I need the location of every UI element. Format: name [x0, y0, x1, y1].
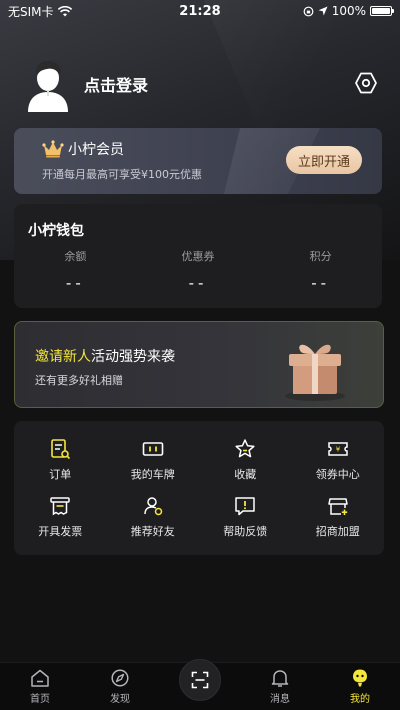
- grid-item-coupon-center[interactable]: ¥ 领券中心: [292, 431, 385, 488]
- wallet-stats: 余额 -- 优惠券 -- 积分 --: [14, 248, 382, 292]
- tab-home-label: 首页: [30, 694, 50, 705]
- grid-item-franchise-label: 招商加盟: [315, 524, 360, 538]
- wallet-points-label: 积分: [309, 250, 332, 263]
- order-icon: [51, 438, 71, 459]
- wallet-balance[interactable]: 余额 --: [14, 248, 137, 292]
- invite-title-rest: 活动强势来袭: [91, 349, 175, 365]
- grid-item-orders-label: 订单: [49, 467, 72, 481]
- grid-item-orders[interactable]: 订单: [14, 431, 107, 488]
- profile-header[interactable]: 点击登录: [20, 56, 384, 112]
- tab-home[interactable]: 首页: [0, 663, 80, 710]
- wallet-coupons[interactable]: 优惠券 --: [137, 248, 260, 292]
- franchise-icon: [328, 497, 348, 515]
- wallet-card: 小柠钱包 余额 -- 优惠券 -- 积分 --: [14, 204, 382, 308]
- member-title: 小柠会员: [42, 139, 124, 159]
- invite-subtitle: 还有更多好礼相赠: [35, 374, 123, 387]
- member-title-label: 小柠会员: [68, 142, 124, 158]
- wallet-coupons-label: 优惠券: [181, 250, 215, 263]
- avatar[interactable]: [20, 56, 76, 112]
- crown-icon: [42, 140, 64, 158]
- scan-button[interactable]: [179, 658, 221, 701]
- invite-banner[interactable]: 邀请新人活动强势来袭 还有更多好礼相赠: [14, 321, 384, 408]
- tab-mine[interactable]: 我的: [320, 663, 400, 710]
- tab-discover[interactable]: 发现: [80, 663, 160, 710]
- function-grid: 订单 我的车牌 收藏 ¥ 领券中心 开具发票 推荐好友 帮助反馈 招商加盟: [14, 421, 384, 555]
- grid-item-recommend-label: 推荐好友: [130, 524, 175, 538]
- wallet-points[interactable]: 积分 --: [259, 248, 382, 292]
- member-description: 开通每月最高可享受¥100元优惠: [42, 168, 202, 181]
- wallet-title: 小柠钱包: [28, 223, 84, 239]
- star-icon: [235, 438, 255, 457]
- mine-icon: [353, 669, 367, 687]
- wallet-balance-value: --: [65, 274, 85, 292]
- invite-title-highlight: 邀请新人: [35, 349, 91, 365]
- invite-title: 邀请新人活动强势来袭: [35, 346, 175, 366]
- battery-icon: [370, 6, 394, 16]
- grid-item-favorites-label: 收藏: [234, 467, 257, 481]
- status-time: 21:28: [179, 3, 221, 19]
- tab-messages[interactable]: 消息: [240, 663, 320, 710]
- grid-item-franchise[interactable]: 招商加盟: [292, 488, 385, 545]
- bell-icon: [271, 670, 289, 687]
- grid-item-coupon-center-label: 领券中心: [315, 467, 360, 481]
- grid-item-feedback[interactable]: 帮助反馈: [199, 488, 292, 545]
- wallet-coupons-value: --: [188, 274, 208, 292]
- status-bar: 无SIM卡 21:28 100%: [0, 0, 400, 22]
- grid-item-recommend[interactable]: 推荐好友: [107, 488, 200, 545]
- wallet-balance-label: 余额: [64, 250, 87, 263]
- grid-item-favorites[interactable]: 收藏: [199, 431, 292, 488]
- tab-bar: 首页 发现 消息 我的: [0, 658, 400, 710]
- open-membership-button[interactable]: 立即开通: [286, 146, 362, 174]
- grid-item-invoice[interactable]: 开具发票: [14, 488, 107, 545]
- tab-mine-label: 我的: [350, 694, 370, 705]
- member-card[interactable]: 小柠会员 开通每月最高可享受¥100元优惠 立即开通: [14, 128, 382, 194]
- discover-icon: [111, 669, 129, 687]
- grid-item-license-plate[interactable]: 我的车牌: [107, 431, 200, 488]
- feedback-icon: [235, 496, 255, 515]
- grid-item-feedback-label: 帮助反馈: [223, 524, 268, 538]
- coupon-icon: ¥: [328, 441, 348, 456]
- tab-messages-label: 消息: [270, 694, 290, 705]
- gift-box-icon: [285, 344, 345, 401]
- license-plate-icon: [142, 441, 164, 456]
- login-link[interactable]: 点击登录: [84, 72, 148, 96]
- recommend-friend-icon: [144, 496, 162, 515]
- settings-icon[interactable]: [354, 71, 378, 95]
- wallet-points-value: --: [311, 274, 331, 292]
- scan-icon: [191, 671, 209, 688]
- home-icon: [31, 669, 49, 687]
- grid-item-invoice-label: 开具发票: [38, 524, 83, 538]
- tab-scan[interactable]: [160, 658, 240, 710]
- invoice-icon: [50, 496, 70, 515]
- grid-item-license-plate-label: 我的车牌: [130, 467, 175, 481]
- tab-discover-label: 发现: [110, 694, 130, 705]
- svg-text:¥: ¥: [336, 445, 341, 453]
